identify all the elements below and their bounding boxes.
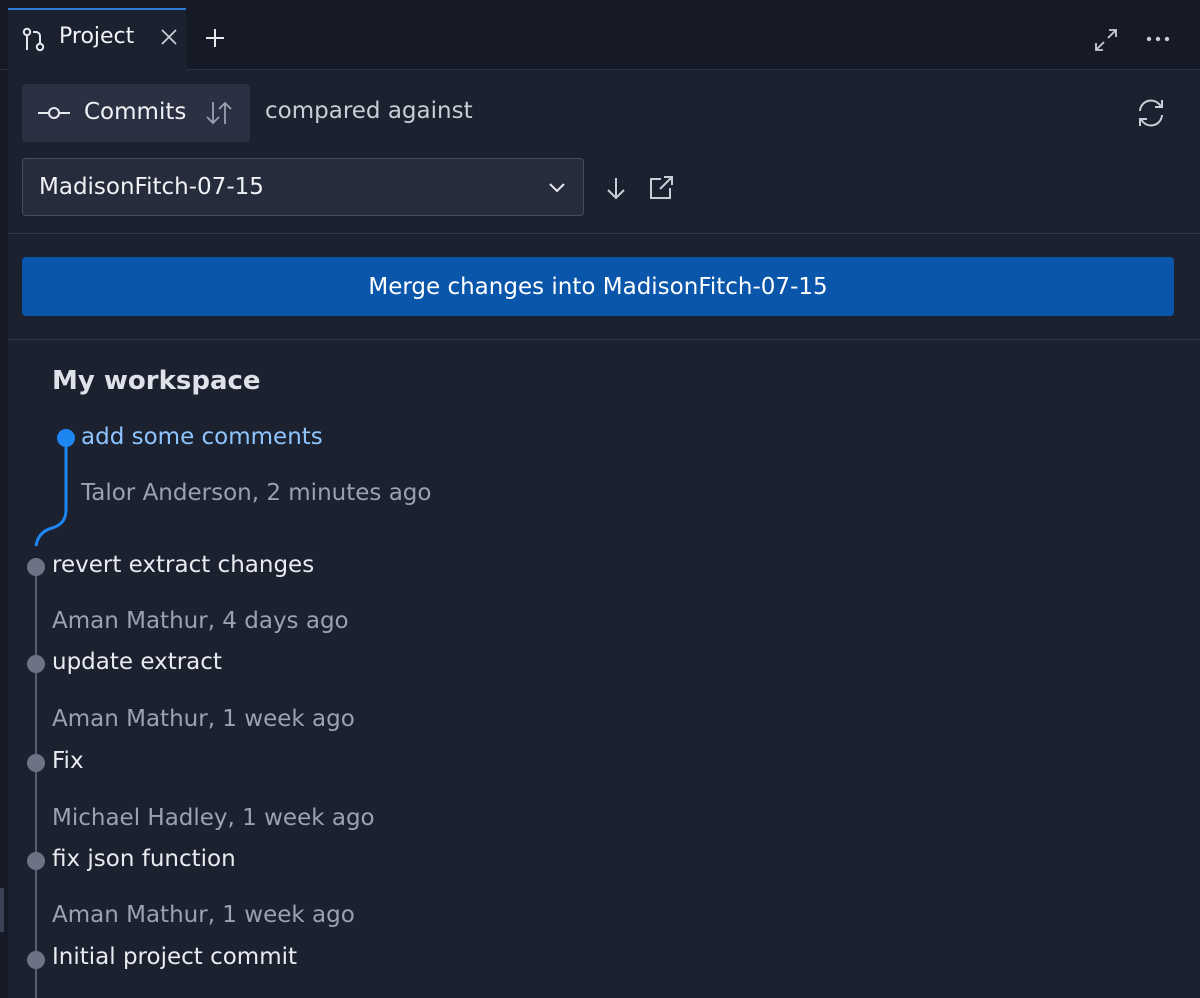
commit-title[interactable]: Fix	[52, 748, 84, 774]
compared-against-label: compared against	[265, 98, 473, 124]
tab-project[interactable]: Project	[8, 8, 186, 70]
branch-dropdown[interactable]: MadisonFitch-07-15	[22, 158, 584, 216]
commit-meta: Michael Hadley, 1 week ago	[52, 805, 375, 831]
commit-meta: Aman Mathur, 1 week ago	[52, 706, 355, 732]
commit-icon	[38, 107, 70, 119]
commit-node	[27, 655, 45, 673]
refresh-icon[interactable]	[1134, 96, 1168, 130]
more-options-icon[interactable]	[1145, 32, 1171, 46]
commit-meta: Talor Anderson, 2 minutes ago	[81, 480, 432, 506]
tab-label: Project	[59, 24, 135, 49]
open-external-icon[interactable]	[647, 174, 675, 202]
maximize-icon[interactable]	[1092, 26, 1120, 54]
commit-node-active	[57, 429, 75, 447]
commits-toggle-button[interactable]: Commits	[22, 84, 250, 142]
commit-meta: Aman Mathur, 4 days ago	[52, 608, 349, 634]
commit-node	[27, 852, 45, 870]
git-compare-icon	[22, 27, 45, 52]
close-icon[interactable]	[158, 26, 180, 48]
chevron-down-icon	[549, 183, 565, 193]
commit-title[interactable]: update extract	[52, 649, 222, 675]
commit-title[interactable]: revert extract changes	[52, 552, 314, 578]
merge-button[interactable]: Merge changes into MadisonFitch-07-15	[22, 257, 1174, 316]
commit-title[interactable]: fix json function	[52, 846, 236, 872]
divider	[8, 339, 1200, 340]
divider	[8, 233, 1200, 234]
commit-title[interactable]: add some comments	[81, 424, 323, 450]
commit-node	[27, 558, 45, 576]
tab-bar: Project	[0, 0, 1200, 70]
branch-dropdown-value: MadisonFitch-07-15	[39, 174, 264, 200]
sort-arrows-icon	[206, 101, 232, 125]
workspace-title: My workspace	[52, 366, 261, 396]
commits-label: Commits	[84, 99, 187, 125]
arrow-down-icon[interactable]	[604, 175, 628, 201]
add-tab-icon[interactable]	[203, 26, 227, 50]
commit-node	[27, 951, 45, 969]
commit-meta: Aman Mathur, 1 week ago	[52, 902, 355, 928]
commit-title[interactable]: Initial project commit	[52, 944, 297, 970]
commit-node	[27, 754, 45, 772]
